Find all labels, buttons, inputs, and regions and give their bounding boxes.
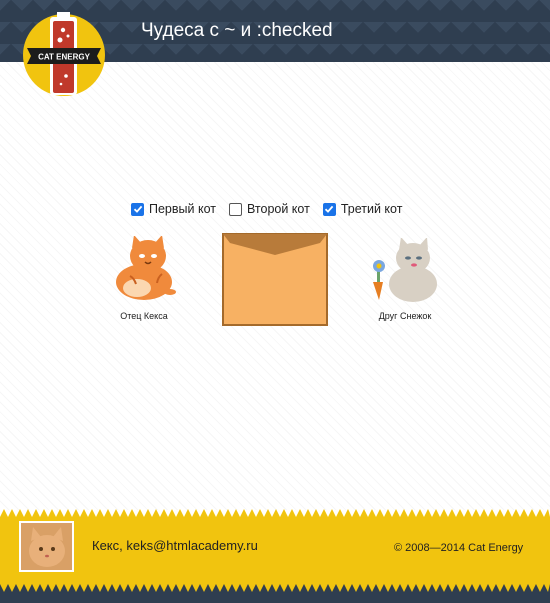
cat-avatar-icon [19, 521, 74, 572]
grey-cat-with-flower-icon [373, 237, 437, 302]
cat-caption-first: Отец Кекса [120, 311, 168, 321]
footer-contact: Кекс, keks@htmlacademy.ru [92, 538, 258, 553]
checkbox-third-cat-label: Третий кот [340, 202, 403, 216]
cat-caption-third: Друг Снежок [378, 311, 432, 321]
cat-energy-logo-icon[interactable]: CAT ENERGY [23, 12, 105, 98]
checkbox-third-cat[interactable]: Третий кот [322, 201, 403, 217]
checkbox-second-cat[interactable]: Второй кот [228, 201, 310, 217]
logo-text: CAT ENERGY [38, 53, 91, 62]
orange-cat-icon [116, 235, 176, 300]
checkbox-third-cat-box[interactable] [322, 202, 336, 216]
checkbox-first-cat-box[interactable] [131, 202, 144, 216]
cat-checkbox-group: Первый кот Второй кот Третий кот [131, 201, 415, 217]
checkmark-icon [325, 205, 334, 213]
envelope-icon [222, 233, 328, 326]
page-title: Чудеса с ~ и :checked [141, 20, 333, 41]
cat-card-third: Друг Снежок [365, 237, 445, 321]
checkbox-second-cat-box[interactable] [228, 202, 242, 216]
checkbox-second-cat-label: Второй кот [246, 202, 310, 216]
site-footer [0, 509, 550, 603]
footer-copyright: © 2008—2014 Cat Energy [394, 542, 524, 554]
cat-card-first: Отец Кекса [104, 235, 184, 321]
checkbox-first-cat[interactable]: Первый кот [131, 201, 216, 217]
checkbox-first-cat-label: Первый кот [149, 202, 216, 216]
checkmark-icon [133, 205, 142, 213]
